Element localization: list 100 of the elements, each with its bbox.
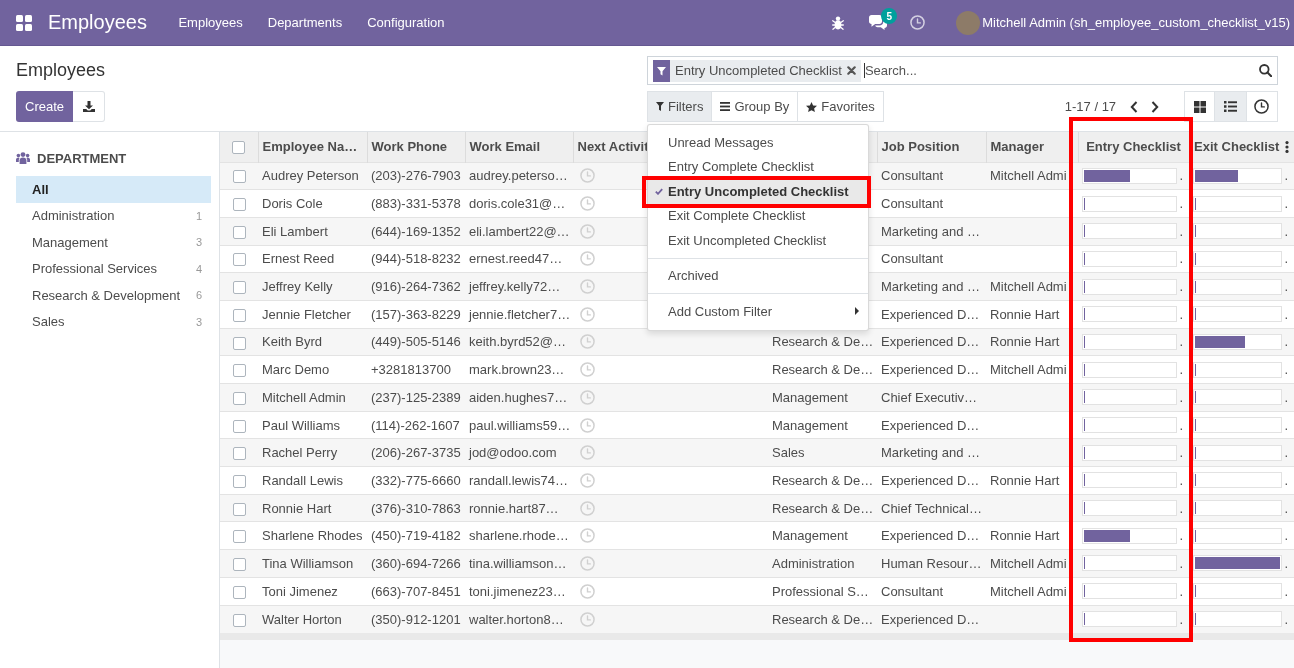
list-view-button[interactable] bbox=[1215, 91, 1247, 122]
filter-option[interactable]: Unread Messages bbox=[648, 130, 868, 155]
user-menu[interactable]: Mitchell Admin (sh_employee_custom_checklist_v15) bbox=[982, 15, 1290, 30]
table-cell: Ronnie Hart bbox=[986, 328, 1078, 356]
search-field[interactable]: Entry Uncompleted Checklist Search... bbox=[647, 56, 1278, 85]
row-checkbox[interactable] bbox=[232, 613, 246, 627]
row-checkbox[interactable] bbox=[232, 530, 246, 544]
progress-value: . bbox=[1179, 251, 1183, 267]
clock-icon[interactable] bbox=[580, 472, 595, 488]
row-checkbox[interactable] bbox=[232, 391, 246, 405]
clock-icon[interactable] bbox=[580, 528, 595, 544]
table-cell: aiden.hughes7… bbox=[465, 383, 573, 412]
table-cell: (944)-518-8232 bbox=[367, 245, 465, 273]
table-cell: Eli Lambert bbox=[258, 217, 367, 246]
row-checkbox[interactable] bbox=[232, 447, 246, 461]
create-button[interactable]: Create bbox=[16, 91, 74, 122]
kanban-view-button[interactable] bbox=[1184, 91, 1216, 122]
column-header[interactable]: Entry Checklist bbox=[1078, 132, 1189, 162]
activity-view-button[interactable] bbox=[1246, 91, 1278, 122]
clock-icon[interactable] bbox=[580, 500, 595, 516]
sidebar-item[interactable]: Sales 3 bbox=[16, 308, 211, 335]
column-header[interactable]: Manager bbox=[986, 132, 1078, 162]
search-icon[interactable] bbox=[1259, 64, 1272, 77]
row-checkbox[interactable] bbox=[232, 364, 246, 378]
filter-option[interactable]: Archived bbox=[648, 263, 868, 288]
filter-option[interactable]: Exit Uncompleted Checklist bbox=[648, 228, 868, 253]
favorites-button[interactable]: Favorites bbox=[798, 91, 884, 122]
progress-value: . bbox=[1284, 279, 1288, 295]
filters-button[interactable]: Filters bbox=[647, 91, 713, 122]
app-title[interactable]: Employees bbox=[48, 11, 147, 34]
table-cell: Chief Technical… bbox=[877, 494, 986, 522]
group-by-button[interactable]: Group By bbox=[712, 91, 799, 122]
clock-icon[interactable] bbox=[580, 334, 595, 350]
clock-icon[interactable] bbox=[580, 611, 595, 627]
sidebar-item[interactable]: Research & Development 6 bbox=[16, 282, 211, 309]
column-header[interactable]: Employee Na… bbox=[258, 132, 367, 162]
table-row[interactable]: Walter Horton (350)-912-1201 walter.horton8… Research & De… Experienced D… . . bbox=[220, 605, 1294, 633]
table-cell: Tina Williamson bbox=[258, 549, 367, 578]
clock-icon[interactable] bbox=[580, 168, 595, 184]
row-checkbox[interactable] bbox=[232, 225, 246, 239]
table-cell: Paul Williams bbox=[258, 411, 367, 439]
sidebar-item[interactable]: All bbox=[16, 176, 211, 203]
clock-icon[interactable] bbox=[580, 362, 595, 378]
more-icon[interactable] bbox=[1285, 140, 1290, 153]
row-checkbox[interactable] bbox=[232, 170, 246, 184]
column-header[interactable]: Work Phone bbox=[367, 132, 465, 162]
clock-icon[interactable] bbox=[580, 279, 595, 295]
search-facet[interactable]: Entry Uncompleted Checklist bbox=[653, 59, 861, 82]
close-icon[interactable] bbox=[846, 66, 856, 75]
row-checkbox[interactable] bbox=[232, 419, 246, 433]
table-cell: Ronnie Hart bbox=[986, 300, 1078, 329]
apps-grid-icon[interactable] bbox=[16, 14, 32, 31]
column-header[interactable]: Work Email bbox=[465, 132, 573, 162]
clock-icon[interactable] bbox=[580, 417, 595, 433]
progress-value: . bbox=[1179, 306, 1183, 322]
download-button[interactable] bbox=[73, 91, 106, 122]
chevron-right-icon[interactable] bbox=[1151, 100, 1160, 113]
row-checkbox[interactable] bbox=[232, 502, 246, 516]
sidebar-item[interactable]: Management 3 bbox=[16, 229, 211, 256]
sidebar-item[interactable]: Administration 1 bbox=[16, 202, 211, 229]
clock-icon[interactable] bbox=[580, 223, 595, 239]
clock-icon[interactable] bbox=[580, 196, 595, 212]
clock-icon[interactable] bbox=[580, 445, 595, 461]
filter-option[interactable]: Entry Uncompleted Checklist bbox=[648, 179, 868, 204]
user-avatar[interactable] bbox=[956, 10, 981, 35]
row-checkbox[interactable] bbox=[232, 281, 246, 295]
row-checkbox[interactable] bbox=[232, 198, 246, 212]
sidebar-item[interactable]: Professional Services 4 bbox=[16, 255, 211, 282]
row-checkbox[interactable] bbox=[232, 253, 246, 267]
table-cell: walter.horton8… bbox=[465, 605, 573, 633]
table-row[interactable]: Mitchell Admin (237)-125-2389 aiden.hughes7… Management Chief Executiv… . . bbox=[220, 383, 1294, 412]
table-cell: toni.jimenez23… bbox=[465, 577, 573, 605]
pager-value[interactable]: 1-17 / 17 bbox=[1064, 99, 1117, 114]
table-cell: (206)-267-3735 bbox=[367, 438, 465, 467]
table-row[interactable]: Rachel Perry (206)-267-3735 jod@odoo.com Sales Marketing and … . . bbox=[220, 438, 1294, 467]
add-custom-filter-option[interactable]: Add Custom Filter bbox=[648, 299, 868, 324]
chevron-left-icon[interactable] bbox=[1130, 100, 1139, 113]
table-row[interactable]: Ronnie Hart (376)-310-7863 ronnie.hart87… Research & De… Chief Technical… . . bbox=[220, 494, 1294, 522]
row-checkbox[interactable] bbox=[232, 336, 246, 350]
table-row[interactable]: Keith Byrd (449)-505-5146 keith.byrd52@… Research & De… Experienced D… Ronnie Hart . . bbox=[220, 328, 1294, 356]
clock-icon[interactable] bbox=[580, 251, 595, 267]
clock-icon[interactable] bbox=[580, 583, 595, 599]
menu-item[interactable]: Departments bbox=[255, 0, 355, 45]
bug-icon[interactable] bbox=[832, 15, 845, 30]
row-checkbox[interactable] bbox=[232, 585, 246, 599]
table-cell: Marketing and … bbox=[877, 217, 986, 246]
clock-icon[interactable] bbox=[580, 306, 595, 322]
menu-item[interactable]: Employees bbox=[165, 0, 256, 45]
table-row[interactable]: Tina Williamson (360)-694-7266 tina.williamson… Administration Human Resour… Mitchell Admi . . bbox=[220, 549, 1294, 578]
select-all-checkbox[interactable] bbox=[232, 141, 246, 155]
menu-item[interactable]: Configuration bbox=[354, 0, 457, 45]
row-checkbox[interactable] bbox=[232, 308, 246, 322]
filter-option[interactable]: Exit Complete Checklist bbox=[648, 203, 868, 228]
clock-icon[interactable] bbox=[580, 555, 595, 571]
row-checkbox[interactable] bbox=[232, 558, 246, 571]
table-cell: Mitchell Admi bbox=[986, 577, 1078, 605]
clock-icon[interactable] bbox=[580, 389, 595, 405]
row-checkbox[interactable] bbox=[232, 474, 246, 488]
filter-icon bbox=[653, 59, 670, 82]
column-header[interactable]: Job Position bbox=[877, 132, 986, 162]
